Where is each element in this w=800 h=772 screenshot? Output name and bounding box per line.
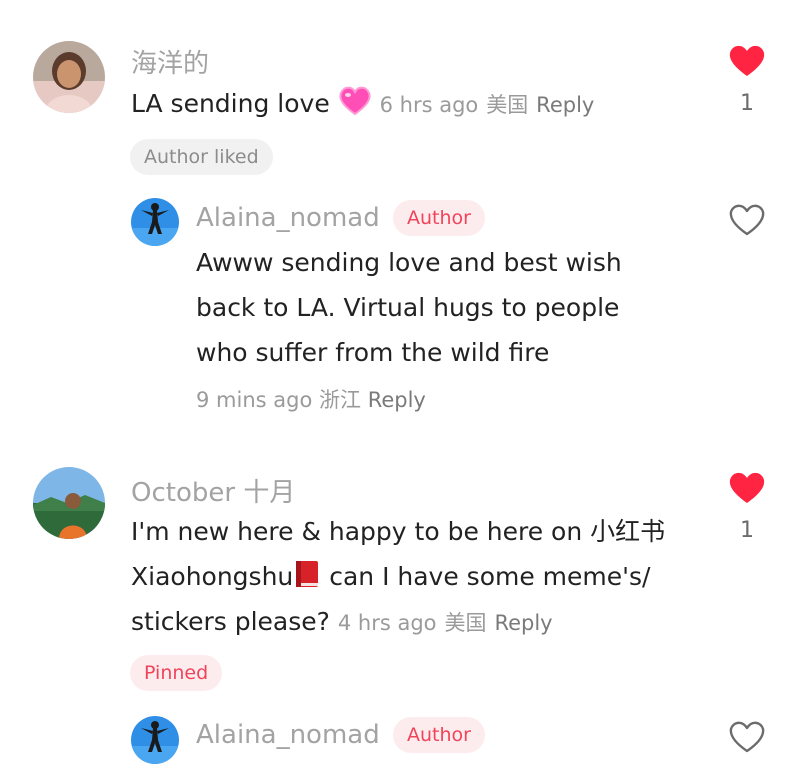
comment-text-line-1: I'm new here & happy to be here on 小红书 [131,517,666,546]
comment-text-content: can I have some meme's/ [321,562,651,591]
comment-text-line-2: Xiaohongshu can I have some meme's/ [131,554,650,603]
reply-text-line-3: who suffer from the wild fire [196,338,550,367]
comment-text: LA sending love 6 hrs ago 美国 Reply [131,81,594,130]
author-tag: Author [393,717,485,753]
pink-heart-emoji [338,85,372,130]
comment-username[interactable]: 海洋的 [131,43,209,80]
like-heart-filled-icon[interactable] [728,44,766,82]
like-count: 1 [740,91,754,116]
comment-location: 美国 [444,611,487,635]
comment-text-content: Xiaohongshu [131,562,294,591]
reply-location: 浙江 [319,388,361,412]
pinned-badge: Pinned [130,655,223,691]
comment-time: 6 hrs ago [379,93,479,117]
like-heart-filled-icon[interactable] [728,471,766,509]
author-tag: Author [393,200,485,236]
reply-meta: 9 mins ago 浙江 Reply [196,384,426,414]
comment-location: 美国 [486,93,529,117]
avatar[interactable] [131,716,179,764]
reply-text-line-1: Awww sending love and best wish [196,248,622,277]
reply-username[interactable]: Alaina_nomad [196,203,380,233]
comment-username[interactable]: October 十月 [131,472,295,509]
red-book-emoji [293,558,321,603]
like-heart-outline-icon[interactable] [728,203,766,241]
author-liked-badge: Author liked [130,139,273,175]
reply-button[interactable]: Reply [368,388,426,412]
reply-button[interactable]: Reply [536,93,594,117]
comment-text-content: LA sending love [131,89,330,118]
avatar[interactable] [33,41,105,113]
reply-time: 9 mins ago [196,388,313,412]
reply-username[interactable]: Alaina_nomad [196,720,380,750]
like-count: 1 [740,518,754,543]
comment-time: 4 hrs ago [337,611,437,635]
like-heart-outline-icon[interactable] [728,720,766,758]
avatar[interactable] [33,467,105,539]
comment-text-content: stickers please? [131,607,330,636]
reply-text-line-2: back to LA. Virtual hugs to people [196,293,620,322]
reply-button[interactable]: Reply [494,611,552,635]
avatar[interactable] [131,198,179,246]
comment-text-line-3: stickers please? 4 hrs ago 美国 Reply [131,599,553,646]
